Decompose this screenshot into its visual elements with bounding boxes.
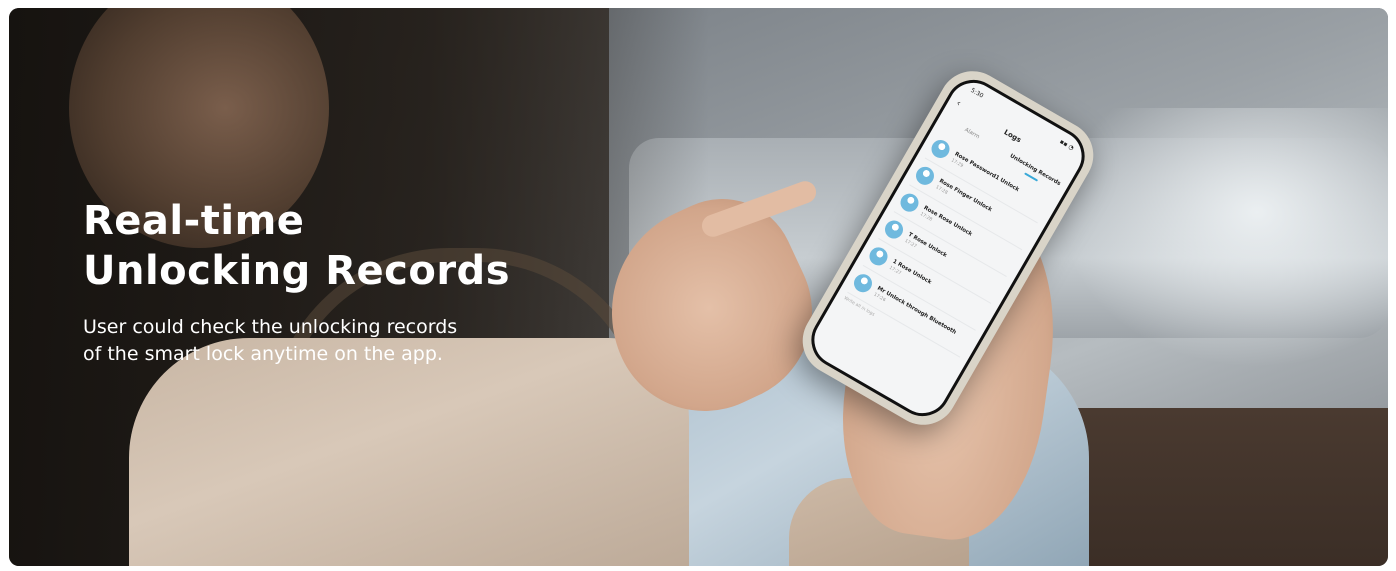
user-avatar-icon xyxy=(866,244,891,269)
user-avatar-icon xyxy=(897,190,922,215)
user-avatar-icon xyxy=(928,136,953,162)
description-line-2: of the smart lock anytime on the app. xyxy=(83,343,443,365)
status-icons: ▪▪ ◔ xyxy=(1058,138,1076,152)
app-title: Logs xyxy=(1002,128,1023,145)
user-avatar-icon xyxy=(881,217,907,242)
headline-line-2: Unlocking Records xyxy=(83,248,510,294)
status-time: 5:30 xyxy=(969,86,985,100)
user-avatar-icon xyxy=(912,163,938,189)
hero-banner: 5:30 ▪▪ ◔ ‹ Logs Alarm Unlocking Records… xyxy=(9,8,1388,566)
window-light xyxy=(1059,108,1388,368)
description: User could check the unlocking records o… xyxy=(83,314,457,368)
description-line-1: User could check the unlocking records xyxy=(83,316,458,338)
user-avatar-icon xyxy=(850,270,876,296)
headline-line-1: Real-time xyxy=(83,198,305,244)
sweater xyxy=(129,338,689,566)
headline: Real-time Unlocking Records xyxy=(83,196,510,296)
